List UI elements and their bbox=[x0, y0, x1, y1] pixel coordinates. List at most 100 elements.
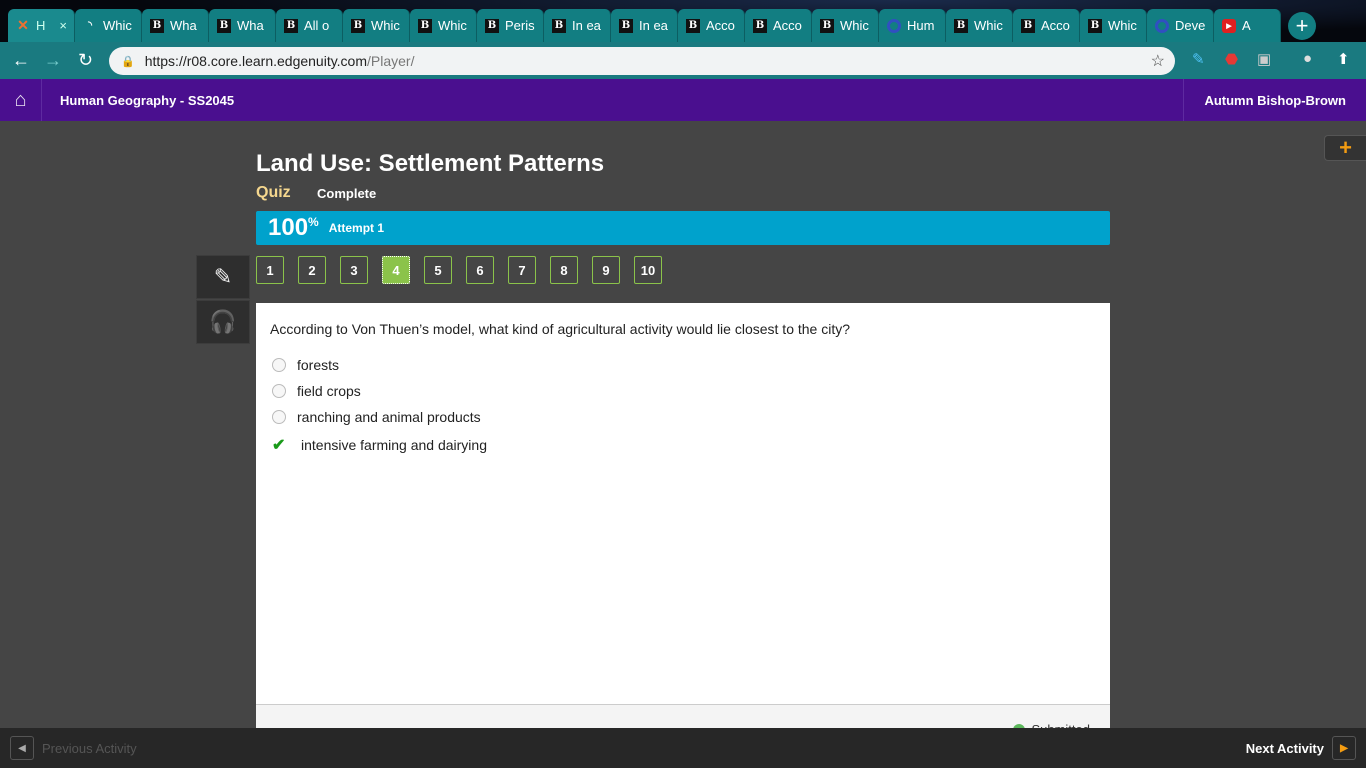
browser-tab[interactable]: B Whic bbox=[343, 9, 410, 42]
browser-tab[interactable]: B Whic bbox=[946, 9, 1013, 42]
browser-tab[interactable]: B In ea bbox=[544, 9, 611, 42]
browser-tab[interactable]: Deve bbox=[1147, 9, 1214, 42]
q-icon bbox=[1155, 18, 1169, 33]
question-10-button[interactable]: 10 bbox=[634, 256, 662, 284]
browser-tab[interactable]: B Acco bbox=[678, 9, 745, 42]
browser-toolbar: ← → ↻ 🔒 https://r08.core.learn.edgenuity… bbox=[0, 42, 1366, 79]
b-icon: B bbox=[753, 18, 767, 33]
url-path: /Player/ bbox=[367, 53, 415, 69]
question-9-button[interactable]: 9 bbox=[592, 256, 620, 284]
answer-label: forests bbox=[297, 357, 340, 373]
checkmark-icon[interactable]: ✔ bbox=[272, 435, 288, 455]
radio-button[interactable] bbox=[272, 410, 286, 424]
b-icon: B bbox=[552, 18, 566, 33]
previous-activity-label: Previous Activity bbox=[42, 740, 137, 756]
arrow-right-icon: ▶ bbox=[1332, 736, 1356, 760]
question-3-button[interactable]: 3 bbox=[340, 256, 368, 284]
answer-label: field crops bbox=[297, 383, 361, 399]
tab-label: Acco bbox=[773, 18, 802, 33]
browser-tab[interactable]: ◝ Whic bbox=[75, 9, 142, 42]
question-4-button[interactable]: 4 bbox=[382, 256, 410, 284]
question-6-button[interactable]: 6 bbox=[466, 256, 494, 284]
question-7-button[interactable]: 7 bbox=[508, 256, 536, 284]
score-number: 100 bbox=[268, 214, 309, 241]
score-unit: % bbox=[308, 215, 319, 229]
new-tab-button[interactable]: + bbox=[1288, 12, 1316, 40]
reload-icon[interactable]: ↻ bbox=[78, 50, 93, 71]
score-bar: 100% Attempt 1 bbox=[256, 211, 1110, 245]
tab-label: H bbox=[36, 18, 46, 33]
tab-label: Deve bbox=[1175, 18, 1206, 33]
tab-label: All o bbox=[304, 18, 330, 33]
b-icon: B bbox=[619, 18, 633, 33]
b-icon: B bbox=[1088, 18, 1102, 33]
activity-status: Complete bbox=[317, 186, 377, 201]
tab-label: Acco bbox=[1041, 18, 1070, 33]
lock-icon: 🔒 bbox=[121, 55, 135, 68]
extension-icon[interactable]: ▣ bbox=[1257, 50, 1271, 68]
next-activity-label: Next Activity bbox=[1245, 740, 1324, 756]
course-title[interactable]: Human Geography - SS2045 bbox=[60, 93, 234, 108]
pencil-icon: ✎ bbox=[213, 264, 233, 289]
tab-label: Wha bbox=[170, 18, 197, 33]
profile-avatar-icon[interactable]: ● bbox=[1303, 50, 1312, 67]
activity-footer: ◀ Previous Activity Next Activity ▶ bbox=[0, 728, 1366, 768]
answer-option[interactable]: ✔ intensive farming and dairying bbox=[272, 435, 487, 455]
update-icon[interactable]: ⬆ bbox=[1337, 50, 1350, 68]
answer-option[interactable]: ranching and animal products bbox=[272, 409, 481, 425]
browser-tab[interactable]: B Wha bbox=[142, 9, 209, 42]
youtube-icon: ▶ bbox=[1222, 18, 1236, 33]
browser-tab[interactable]: B All o bbox=[276, 9, 343, 42]
previous-activity-button[interactable]: ◀ Previous Activity bbox=[10, 736, 137, 760]
browser-tab[interactable]: B Whic bbox=[812, 9, 879, 42]
b-icon: B bbox=[954, 18, 968, 33]
answer-option[interactable]: forests bbox=[272, 357, 339, 373]
bookmark-star-icon[interactable]: ☆ bbox=[1151, 51, 1165, 71]
forward-icon[interactable]: → bbox=[44, 50, 62, 71]
close-tab-icon[interactable]: × bbox=[59, 18, 67, 33]
home-button[interactable]: ⌂ bbox=[0, 79, 42, 121]
arrow-left-icon: ◀ bbox=[10, 736, 34, 760]
browser-tab[interactable]: B Wha bbox=[209, 9, 276, 42]
browser-tab[interactable]: Hum bbox=[879, 9, 946, 42]
tab-label: Acco bbox=[706, 18, 735, 33]
next-activity-button[interactable]: Next Activity ▶ bbox=[1246, 736, 1356, 760]
question-1-button[interactable]: 1 bbox=[256, 256, 284, 284]
browser-tab[interactable]: B Acco bbox=[1013, 9, 1080, 42]
question-panel: According to Von Thuen’s model, what kin… bbox=[256, 303, 1110, 737]
b-icon: B bbox=[820, 18, 834, 33]
panel-footer: Submitted bbox=[256, 704, 1110, 737]
adblock-extension-icon[interactable]: ⬣ bbox=[1225, 50, 1238, 68]
highlighter-extension-icon[interactable]: ✎ bbox=[1192, 50, 1205, 68]
tab-label: In ea bbox=[639, 18, 668, 33]
audio-tool-button[interactable]: 🎧 bbox=[196, 300, 250, 344]
browser-tab[interactable]: B In ea bbox=[611, 9, 678, 42]
user-name[interactable]: Autumn Bishop-Brown bbox=[1183, 79, 1366, 121]
course-header: ⌂ Human Geography - SS2045 Autumn Bishop… bbox=[0, 79, 1366, 121]
browser-tab[interactable]: B Whic bbox=[410, 9, 477, 42]
pencil-tool-button[interactable]: ✎ bbox=[196, 255, 250, 299]
question-8-button[interactable]: 8 bbox=[550, 256, 578, 284]
question-2-button[interactable]: 2 bbox=[298, 256, 326, 284]
b-icon: B bbox=[485, 18, 499, 33]
tab-label: Wha bbox=[237, 18, 264, 33]
back-icon[interactable]: ← bbox=[12, 50, 30, 71]
address-bar[interactable]: 🔒 https://r08.core.learn.edgenuity.com/P… bbox=[109, 47, 1175, 75]
browser-tab[interactable]: B Whic bbox=[1080, 9, 1147, 42]
browser-tab[interactable]: ▶ A bbox=[1214, 9, 1281, 42]
loading-icon: ◝ bbox=[88, 20, 92, 31]
browser-tab[interactable]: ✕ H × bbox=[8, 9, 75, 42]
browser-tab[interactable]: B Peris bbox=[477, 9, 544, 42]
tab-label: Whic bbox=[438, 18, 467, 33]
tab-label: Whic bbox=[840, 18, 869, 33]
question-5-button[interactable]: 5 bbox=[424, 256, 452, 284]
answer-option[interactable]: field crops bbox=[272, 383, 361, 399]
radio-button[interactable] bbox=[272, 358, 286, 372]
score-value: 100% bbox=[268, 214, 319, 242]
b-icon: B bbox=[418, 18, 432, 33]
expand-plus-button[interactable]: + bbox=[1324, 135, 1366, 161]
radio-button[interactable] bbox=[272, 384, 286, 398]
page-title: Land Use: Settlement Patterns bbox=[256, 150, 605, 177]
tab-label: In ea bbox=[572, 18, 601, 33]
browser-tab[interactable]: B Acco bbox=[745, 9, 812, 42]
